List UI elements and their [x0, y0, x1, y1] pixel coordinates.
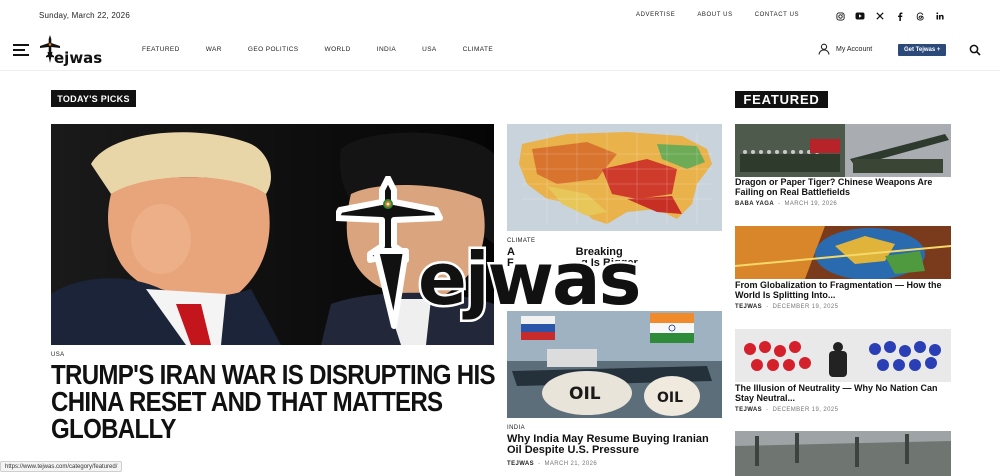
get-tejwas-plus-button[interactable]: Get Tejwas + [898, 44, 947, 56]
article-author[interactable]: TEJWAS [735, 407, 762, 413]
nav-item-usa[interactable]: USA [422, 46, 437, 53]
my-account-label: My Account [836, 45, 873, 53]
nav-item-geo-politics[interactable]: GEO POLITICS [248, 46, 299, 53]
advertise-link[interactable]: ADVERTISE [636, 12, 675, 18]
instagram-icon[interactable] [833, 9, 847, 23]
india-category[interactable]: INDIA [507, 425, 525, 431]
menu-icon[interactable] [13, 44, 29, 58]
featured-image-2[interactable] [735, 226, 951, 279]
browser-status-bar: https://www.tejwas.com/category/featured… [0, 461, 123, 472]
youtube-icon[interactable] [853, 9, 867, 23]
nav-item-world[interactable]: WORLD [325, 46, 351, 53]
current-date: Sunday, March 22, 2026 [39, 11, 130, 20]
featured-meta-1: BABA YAGA - MARCH 19, 2026 [735, 201, 838, 207]
india-oil-meta: TEJWAS - MARCH 21, 2026 [507, 461, 598, 467]
site-logo[interactable]: ejwas [38, 34, 112, 67]
facebook-icon[interactable] [893, 9, 907, 23]
oil-barrel-text: OIL [569, 384, 601, 404]
featured-headline-1[interactable]: Dragon or Paper Tiger? Chinese Weapons A… [735, 177, 951, 197]
top-bar: Sunday, March 22, 2026 ADVERTISE ABOUT U… [0, 0, 1000, 32]
india-oil-headline[interactable]: Why India May Resume Buying Iranian Oil … [507, 434, 722, 456]
about-us-link[interactable]: ABOUT US [697, 12, 732, 18]
article-date: MARCH 21, 2026 [544, 461, 598, 467]
search-icon[interactable] [969, 44, 981, 56]
featured-image-3[interactable] [735, 329, 951, 382]
watermark-text: ejwas [418, 237, 639, 321]
x-icon[interactable] [873, 9, 887, 23]
user-icon [818, 43, 830, 55]
featured-headline-2[interactable]: From Globalization to Fragmentation — Ho… [735, 280, 951, 300]
nav-item-climate[interactable]: CLIMATE [463, 46, 494, 53]
article-date: DECEMBER 19, 2025 [772, 407, 839, 413]
top-links: ADVERTISE ABOUT US CONTACT US [636, 12, 821, 18]
my-account-link[interactable]: My Account [818, 43, 872, 55]
logo-text: ejwas [54, 49, 102, 66]
article-author[interactable]: TEJWAS [507, 461, 534, 467]
featured-image-4[interactable] [735, 431, 951, 476]
featured-image-1[interactable] [735, 124, 951, 177]
main-nav: ejwas FEATURED WAR GEO POLITICS WORLD IN… [0, 32, 1000, 70]
threads-icon[interactable] [913, 9, 927, 23]
category-nav: FEATURED WAR GEO POLITICS WORLD INDIA US… [142, 46, 519, 53]
contact-us-link[interactable]: CONTACT US [755, 12, 799, 18]
tejwas-watermark-logo: ejwas [333, 175, 654, 336]
nav-divider [0, 70, 1000, 71]
hero-headline[interactable]: TRUMP'S IRAN WAR IS DISRUPTING HIS CHINA… [51, 361, 498, 443]
nav-item-india[interactable]: INDIA [377, 46, 396, 53]
linkedin-icon[interactable] [933, 9, 947, 23]
featured-heading: FEATURED [735, 91, 828, 108]
todays-picks-heading: TODAY'S PICKS [51, 90, 136, 107]
featured-meta-3: TEJWAS - DECEMBER 19, 2025 [735, 407, 839, 413]
nav-item-war[interactable]: WAR [206, 46, 222, 53]
oil-barrel-text-2: OIL [657, 390, 683, 406]
social-links [833, 9, 953, 23]
article-author[interactable]: BABA YAGA [735, 201, 774, 207]
article-date: DECEMBER 19, 2025 [772, 304, 839, 310]
hero-category[interactable]: USA [51, 352, 65, 358]
featured-headline-3[interactable]: The Illusion of Neutrality — Why No Nati… [735, 383, 951, 403]
article-date: MARCH 19, 2026 [784, 201, 838, 207]
article-author[interactable]: TEJWAS [735, 304, 762, 310]
nav-item-featured[interactable]: FEATURED [142, 46, 180, 53]
featured-meta-2: TEJWAS - DECEMBER 19, 2025 [735, 304, 839, 310]
